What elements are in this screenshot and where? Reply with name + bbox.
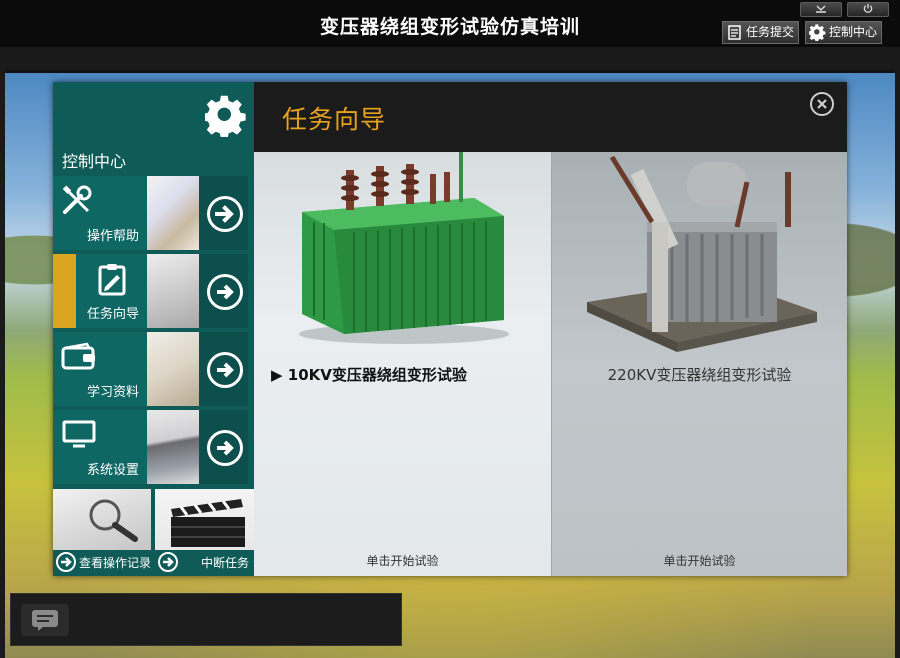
sidebar-item-label: 系统设置: [86, 463, 139, 478]
submit-task-button[interactable]: 任务提交: [722, 21, 800, 44]
minimize-button[interactable]: [800, 2, 842, 17]
sidebar-item-task-guide[interactable]: 任务向导: [53, 254, 248, 328]
monitor-icon: [62, 420, 96, 452]
start-experiment-link[interactable]: 单击开始试验: [552, 552, 847, 569]
interrupt-task-label: 中断任务: [201, 555, 250, 570]
menu-tile: 操作帮助: [53, 176, 147, 250]
help-arrow-button[interactable]: [199, 176, 248, 250]
clapperboard-icon: [167, 495, 247, 551]
gear-icon: [202, 95, 247, 139]
power-button[interactable]: [847, 2, 889, 17]
submit-task-label: 任务提交: [746, 25, 795, 39]
view-records-bar: 查看操作记录: [53, 550, 151, 574]
sidebar-item-label: 任务向导: [86, 307, 139, 322]
experiment-card-220kv[interactable]: 220KV变压器绕组变形试验 单击开始试验: [551, 152, 847, 576]
learning-thumbnail: [147, 332, 199, 406]
document-icon: [726, 24, 743, 41]
task-guide-thumbnail: [147, 254, 199, 328]
sidebar-item-learning[interactable]: 学习资料: [53, 332, 248, 406]
settings-arrow-button[interactable]: [199, 410, 248, 484]
magnifier-icon: [83, 495, 143, 547]
sidebar-item-settings[interactable]: 系统设置: [53, 410, 248, 484]
page-title: 任务向导: [282, 105, 387, 134]
experiment-card-10kv[interactable]: ▶ 10KV变压器绕组变形试验 单击开始试验: [254, 152, 551, 576]
clipboard-icon: [97, 262, 127, 300]
control-center-label: 控制中心: [829, 25, 878, 39]
arrow-right-icon: [207, 430, 243, 466]
card-title: ▶ 10KV变压器绕组变形试验: [271, 366, 467, 384]
start-experiment-link[interactable]: 单击开始试验: [254, 552, 551, 569]
wallet-icon: [61, 342, 97, 374]
sidebar-header: 控制中心: [62, 152, 127, 171]
gear-icon: [808, 24, 826, 42]
transformer-10kv-image: [299, 152, 509, 344]
arrow-right-icon: [158, 552, 178, 572]
learning-arrow-button[interactable]: [199, 332, 248, 406]
menu-tile: 任务向导: [53, 254, 147, 328]
active-marker: [53, 254, 76, 328]
menu-tile: 学习资料: [53, 332, 147, 406]
arrow-right-icon: [207, 352, 243, 388]
transformer-220kv-image: [587, 155, 817, 352]
arrow-right-icon: [56, 552, 76, 572]
interrupt-task-button[interactable]: 中断任务: [155, 489, 254, 574]
task-guide-arrow-button[interactable]: [199, 254, 248, 328]
arrow-right-icon: [207, 274, 243, 310]
chat-button[interactable]: [21, 604, 69, 636]
sidebar-item-help[interactable]: 操作帮助: [53, 176, 248, 250]
title-bar: 变压器绕组变形试验仿真培训 任务提交 控制中心: [0, 0, 900, 47]
close-icon: [817, 99, 827, 109]
settings-thumbnail: [147, 410, 199, 484]
sidebar-item-label: 操作帮助: [86, 229, 139, 244]
view-records-button[interactable]: 查看操作记录: [53, 489, 151, 574]
menu-tile: 系统设置: [53, 410, 147, 484]
sidebar-item-label: 学习资料: [86, 385, 139, 400]
arrow-right-icon: [207, 196, 243, 232]
power-icon: [863, 3, 873, 13]
close-button[interactable]: [810, 92, 834, 116]
view-records-label: 查看操作记录: [79, 555, 152, 570]
help-thumbnail: [147, 176, 199, 250]
minimize-icon: [816, 5, 826, 13]
card-title: 220KV变压器绕组变形试验: [607, 366, 792, 384]
tools-icon: [61, 184, 93, 220]
chat-bubble-icon: [32, 610, 58, 631]
control-center-button[interactable]: 控制中心: [805, 21, 883, 44]
message-bar: [10, 593, 402, 646]
interrupt-task-bar: 中断任务: [155, 550, 254, 574]
